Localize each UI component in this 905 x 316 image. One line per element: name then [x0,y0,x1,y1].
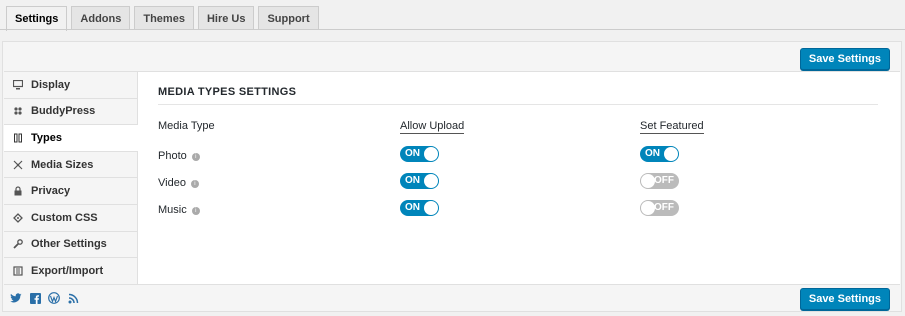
media-type-label: Video i [158,177,199,189]
types-icon [12,132,24,144]
facebook-icon[interactable] [29,292,41,304]
media-types-section: MEDIA TYPES SETTINGS Media Type Allow Up… [158,72,878,225]
header-set-featured: Set Featured [640,120,704,134]
resize-icon [12,159,24,171]
wordpress-icon[interactable] [48,292,60,304]
sidebar-item-label: Export/Import [31,264,104,277]
sidebar-item-types[interactable]: Types [4,125,138,152]
css-icon [12,212,24,224]
sidebar-item-display[interactable]: Display [4,72,137,99]
buddypress-icon [12,105,24,117]
allow-upload-toggle[interactable]: ON [400,173,439,189]
rss-icon[interactable] [67,292,79,304]
info-icon[interactable]: i [191,207,200,215]
sidebar-item-media-sizes[interactable]: Media Sizes [4,152,137,179]
export-icon [12,265,24,277]
settings-body: Display BuddyPress Types Media Sizes Pri… [4,71,900,285]
sidebar-item-label: BuddyPress [31,105,96,118]
allow-upload-toggle[interactable]: ON [400,200,439,216]
settings-panel: Save Settings Display BuddyPress Types M… [2,41,902,312]
twitter-icon[interactable] [10,292,22,304]
wrench-icon [12,238,24,250]
sidebar-item-label: Display [31,78,71,91]
header-allow-upload: Allow Upload [400,120,465,134]
tab-themes[interactable]: Themes [134,6,194,30]
header-media-type: Media Type [158,120,215,132]
sidebar-item-privacy[interactable]: Privacy [4,178,137,205]
sidebar-item-label: Media Sizes [31,158,94,171]
tab-support[interactable]: Support [258,6,319,30]
monitor-icon [12,79,24,91]
save-settings-button-top[interactable]: Save Settings [799,48,890,70]
tab-divider [0,29,905,30]
table-header: Media Type Allow Upload Set Featured [158,114,878,144]
sidebar-item-label: Other Settings [31,238,107,251]
settings-sidebar: Display BuddyPress Types Media Sizes Pri… [4,72,138,285]
sidebar-item-label: Custom CSS [31,211,98,224]
sidebar-item-label: Types [31,131,62,144]
tab-bar: Settings Addons Themes Hire Us Support [6,6,319,31]
sidebar-item-custom-css[interactable]: Custom CSS [4,205,137,232]
tab-hire-us[interactable]: Hire Us [197,6,255,30]
allow-upload-toggle[interactable]: ON [400,146,439,162]
lock-icon [12,185,24,197]
info-icon[interactable]: i [191,153,200,161]
table-row: Video i ON OFF [158,171,878,198]
media-type-label: Photo i [158,150,200,162]
tab-addons[interactable]: Addons [71,6,131,30]
set-featured-toggle[interactable]: ON [640,146,679,162]
sidebar-item-export-import[interactable]: Export/Import [4,258,137,285]
table-row: Music i ON OFF [158,198,878,225]
table-row: Photo i ON ON [158,144,878,171]
save-settings-button-bottom[interactable]: Save Settings [799,288,890,310]
sidebar-item-other-settings[interactable]: Other Settings [4,232,137,259]
section-title: MEDIA TYPES SETTINGS [158,86,878,105]
sidebar-item-buddypress[interactable]: BuddyPress [4,99,137,126]
media-type-label: Music i [158,204,200,216]
set-featured-toggle[interactable]: OFF [640,200,679,216]
sidebar-item-label: Privacy [31,185,71,198]
social-links [10,292,79,304]
info-icon[interactable]: i [190,180,199,188]
set-featured-toggle[interactable]: OFF [640,173,679,189]
tab-settings[interactable]: Settings [6,6,68,31]
